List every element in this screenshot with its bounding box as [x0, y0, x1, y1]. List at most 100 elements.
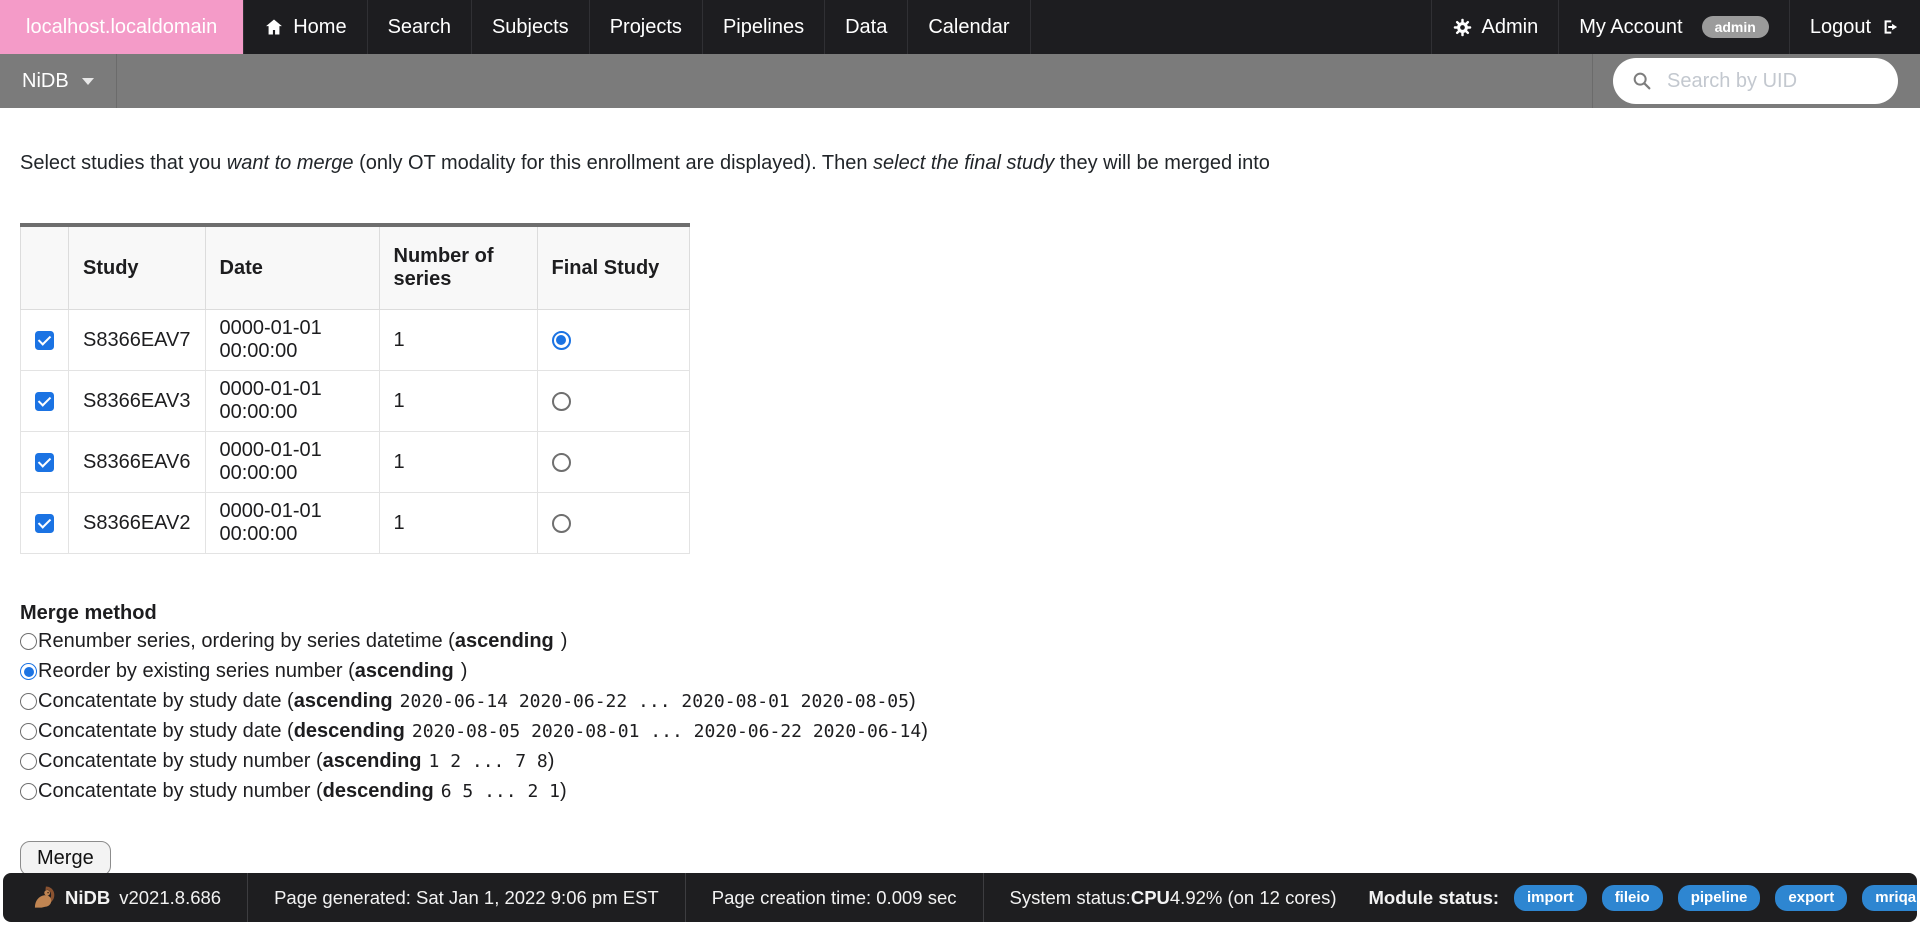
table-row: S8366EAV6 0000-01-01 00:00:00 1 — [21, 432, 690, 493]
nav-item-projects[interactable]: Projects — [590, 0, 703, 54]
merge-option-concat-number-asc[interactable]: Concatentate by study number (ascending1… — [20, 748, 1900, 775]
site-dropdown[interactable]: NiDB — [0, 54, 117, 108]
merge-option-radio[interactable] — [20, 723, 37, 740]
study-cell: S8366EAV6 — [69, 432, 206, 493]
merge-method-heading: Merge method — [20, 602, 1900, 625]
option-text: Reorder by existing series number ( — [38, 658, 355, 685]
header-series: Number of series — [379, 225, 537, 310]
host-tab[interactable]: localhost.localdomain — [0, 0, 243, 54]
nav-item-subjects[interactable]: Subjects — [472, 0, 590, 54]
nav-item-data[interactable]: Data — [825, 0, 908, 54]
instruction-part: Select studies that you — [20, 152, 227, 174]
module-badge-pipeline: pipeline — [1678, 885, 1761, 911]
table-row: S8366EAV7 0000-01-01 00:00:00 1 — [21, 310, 690, 371]
option-close: ) — [561, 628, 568, 655]
option-close: ) — [909, 688, 916, 715]
option-order: descending — [294, 718, 405, 745]
option-close: ) — [921, 718, 928, 745]
date-cell: 0000-01-01 00:00:00 — [205, 310, 379, 371]
search-icon — [1631, 70, 1653, 92]
cpu-value: 4.92% (on 12 cores) — [1170, 887, 1337, 909]
module-badge-mriqa: mriqa — [1862, 885, 1917, 911]
merge-option-radio[interactable] — [20, 753, 37, 770]
option-values: 6 5 ... 2 1 — [441, 778, 560, 805]
merge-option-radio[interactable] — [20, 633, 37, 650]
nav-item-logout[interactable]: Logout — [1789, 0, 1920, 54]
merge-option-concat-date-desc[interactable]: Concatentate by study date (descending 20… — [20, 718, 1900, 745]
merge-button[interactable]: Merge — [20, 841, 111, 876]
studies-table: Study Date Number of series Final Study … — [20, 223, 690, 554]
admin-label: Admin — [1482, 16, 1539, 39]
gear-icon — [1452, 17, 1473, 38]
date-cell: 0000-01-01 00:00:00 — [205, 493, 379, 554]
merge-option-radio[interactable] — [20, 693, 37, 710]
option-values: 1 2 ... 7 8 — [429, 748, 548, 775]
navbar-spacer — [1031, 0, 1431, 54]
option-text: Renumber series, ordering by series date… — [38, 628, 455, 655]
row-checkbox[interactable] — [35, 331, 54, 350]
option-text: Concatentate by study date ( — [38, 718, 294, 745]
site-name: NiDB — [22, 70, 69, 93]
nav-item-calendar[interactable]: Calendar — [908, 0, 1030, 54]
nav-item-label: Pipelines — [723, 16, 804, 39]
nav-item-home[interactable]: Home — [243, 0, 367, 54]
header-final: Final Study — [537, 225, 689, 310]
instruction-part: (only OT modality for this enrollment ar… — [354, 152, 874, 174]
final-study-radio[interactable] — [552, 331, 571, 350]
nav-item-label: Subjects — [492, 16, 569, 39]
header-study: Study — [69, 225, 206, 310]
date-cell: 0000-01-01 00:00:00 — [205, 371, 379, 432]
instruction-italic: want to merge — [227, 152, 354, 174]
option-order: descending — [323, 778, 434, 805]
final-study-radio[interactable] — [552, 392, 571, 411]
merge-option-concat-number-desc[interactable]: Concatentate by study number (descending… — [20, 778, 1900, 805]
nav-item-label: Search — [388, 16, 451, 39]
table-row: S8366EAV2 0000-01-01 00:00:00 1 — [21, 493, 690, 554]
row-checkbox[interactable] — [35, 514, 54, 533]
nav-item-my-account[interactable]: My Account admin — [1558, 0, 1789, 54]
footer-version: v2021.8.686 — [119, 887, 221, 909]
series-cell: 1 — [379, 310, 537, 371]
search-input[interactable] — [1665, 69, 1880, 94]
footer-page-creation-time: Page creation time: 0.009 sec — [685, 873, 983, 922]
final-study-radio[interactable] — [552, 453, 571, 472]
module-badge-export: export — [1775, 885, 1847, 911]
merge-option-reorder-series-number[interactable]: Reorder by existing series number (ascen… — [20, 658, 1900, 685]
logout-label: Logout — [1810, 16, 1871, 39]
final-study-radio[interactable] — [552, 514, 571, 533]
nidb-squirrel-logo — [29, 884, 56, 911]
option-close: ) — [560, 778, 567, 805]
merge-option-concat-date-asc[interactable]: Concatentate by study date (ascending202… — [20, 688, 1900, 715]
option-values: 2020-08-05 2020-08-01 ... 2020-06-22 202… — [412, 718, 921, 745]
option-values: 2020-06-14 2020-06-22 ... 2020-08-01 202… — [400, 688, 909, 715]
nav-item-label: Projects — [610, 16, 682, 39]
page-creation-text: Page creation time: 0.009 sec — [712, 887, 957, 909]
option-order: ascending — [355, 658, 454, 685]
nav-item-search[interactable]: Search — [368, 0, 472, 54]
series-cell: 1 — [379, 493, 537, 554]
merge-option-radio[interactable] — [20, 783, 37, 800]
merge-option-radio[interactable] — [20, 663, 37, 680]
merge-option-renumber-datetime[interactable]: Renumber series, ordering by series date… — [20, 628, 1900, 655]
footer-module-status: Module status: import fileio pipeline ex… — [1362, 873, 1917, 922]
series-cell: 1 — [379, 432, 537, 493]
footer-app-name: NiDB — [65, 887, 110, 909]
cpu-label: CPU — [1131, 887, 1170, 909]
instruction-text: Select studies that you want to merge (o… — [20, 152, 1900, 175]
row-checkbox[interactable] — [35, 453, 54, 472]
home-icon — [264, 17, 284, 37]
study-cell: S8366EAV3 — [69, 371, 206, 432]
chevron-down-icon — [82, 78, 94, 85]
row-checkbox[interactable] — [35, 392, 54, 411]
account-role-badge: admin — [1702, 16, 1769, 38]
search-area — [1592, 54, 1920, 108]
nav-item-pipelines[interactable]: Pipelines — [703, 0, 825, 54]
nav-item-admin[interactable]: Admin — [1431, 0, 1559, 54]
footer-statusbar: NiDB v2021.8.686 Page generated: Sat Jan… — [3, 873, 1917, 922]
footer-app-section: NiDB v2021.8.686 — [3, 873, 247, 922]
module-badge-fileio: fileio — [1602, 885, 1663, 911]
nav-item-label: Calendar — [928, 16, 1009, 39]
host-label: localhost.localdomain — [26, 16, 217, 39]
system-status-label: System status: — [1010, 887, 1131, 909]
table-header-row: Study Date Number of series Final Study — [21, 225, 690, 310]
